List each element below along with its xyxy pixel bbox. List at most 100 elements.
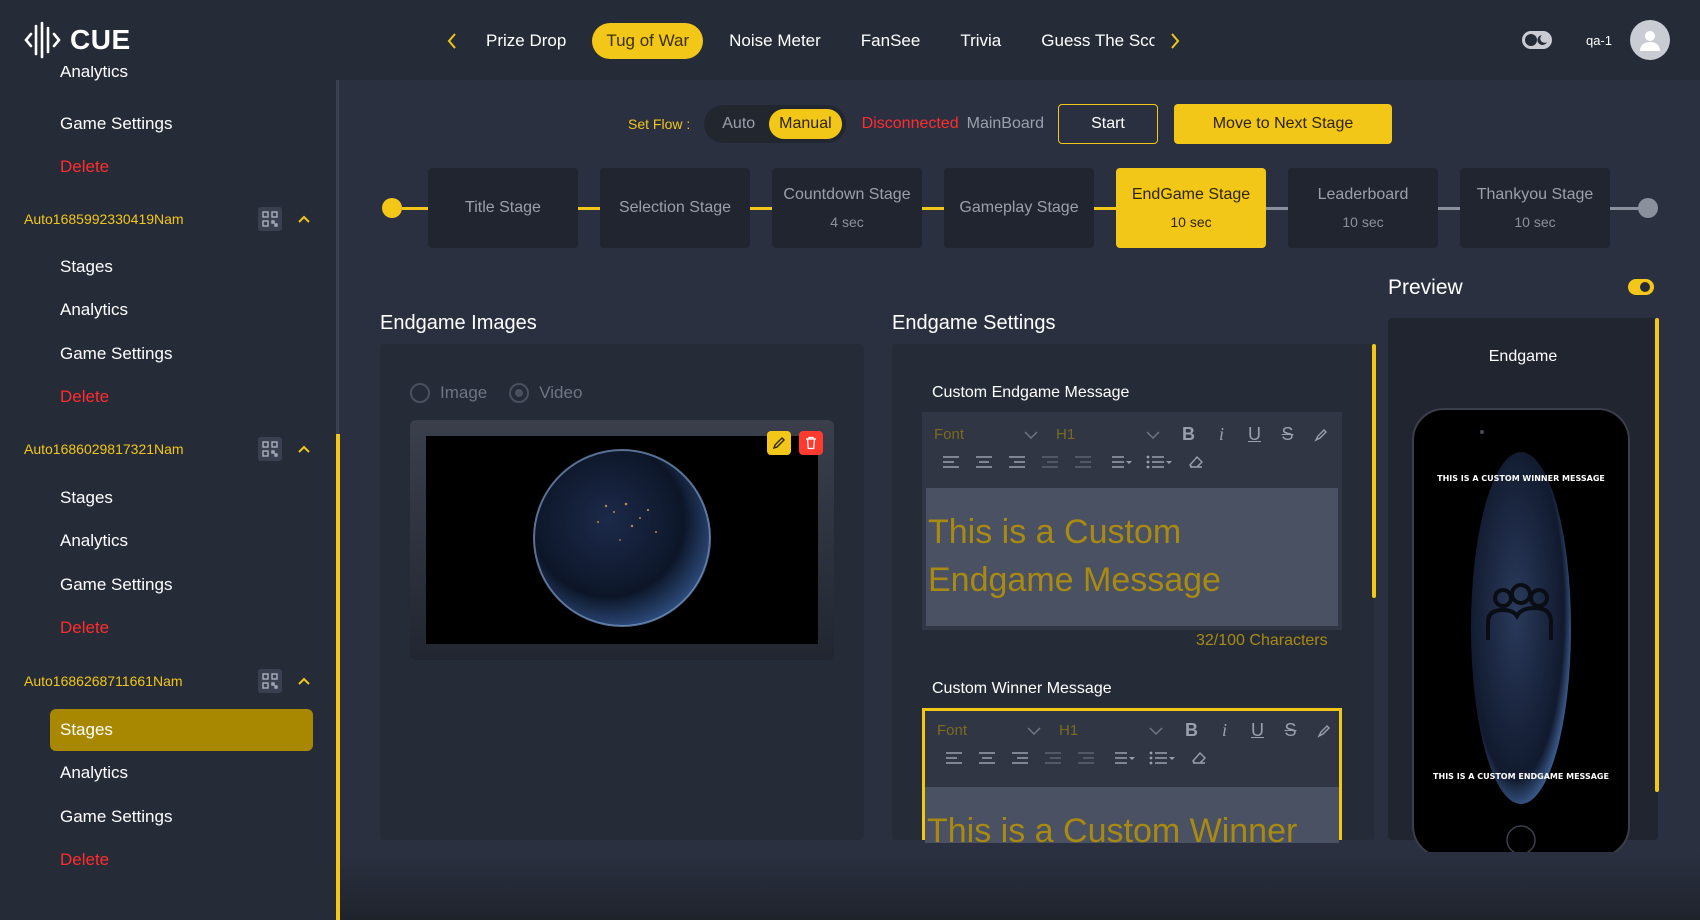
stepper-connector [578,207,600,210]
underline-icon[interactable]: U [1241,720,1274,741]
winner-message-input[interactable]: This is a Custom Winner [925,787,1339,850]
tabs-next-button[interactable] [1161,22,1189,60]
flow-auto-option[interactable]: Auto [708,109,769,139]
sidebar-item-game-settings[interactable]: Game Settings [60,339,172,369]
sidebar-item-stages-label[interactable]: Stages [60,715,113,745]
sidebar-game-group[interactable]: Auto1685992330419Nam [24,204,314,234]
font-select[interactable]: Font [934,426,1044,443]
endgame-message-input[interactable]: This is a Custom Endgame Message [926,488,1338,626]
sidebar-item-game-settings[interactable]: Game Settings [60,109,172,139]
earth-image [426,436,818,644]
strikethrough-icon[interactable]: S [1271,424,1304,445]
stage-selection[interactable]: Selection Stage [600,168,750,248]
preview-scrollbar[interactable] [1655,318,1659,792]
sidebar-item-delete[interactable]: Delete [60,845,109,875]
outdent-icon[interactable] [1033,455,1066,469]
italic-icon[interactable]: i [1208,720,1241,741]
heading-select[interactable]: H1 [1056,426,1166,443]
stage-leaderboard[interactable]: Leaderboard 10 sec [1288,168,1438,248]
collapse-button[interactable] [294,209,314,229]
image-radio-label: Image [440,383,488,402]
collapse-button[interactable] [294,671,314,691]
stage-title[interactable]: Title Stage [428,168,578,248]
collapse-button[interactable] [294,439,314,459]
indent-icon[interactable] [1066,455,1099,469]
qr-code-button[interactable] [258,669,282,693]
tab-guess-the-score[interactable]: Guess The Sco [1027,23,1155,59]
stage-thankyou[interactable]: Thankyou Stage 10 sec [1460,168,1610,248]
sidebar-item-delete[interactable]: Delete [60,152,109,182]
tab-trivia[interactable]: Trivia [946,23,1015,59]
sidebar-scrollbar[interactable] [336,434,340,920]
align-center-icon[interactable] [970,751,1003,765]
highlight-icon[interactable] [1307,723,1340,739]
align-left-icon[interactable] [934,455,967,469]
sidebar-game-group[interactable]: Auto1686268711661Nam [24,666,314,696]
flow-manual-option[interactable]: Manual [769,109,842,139]
next-stage-button[interactable]: Move to Next Stage [1173,104,1392,144]
theme-toggle-icon[interactable] [1521,31,1552,49]
clear-format-icon[interactable] [1179,454,1212,470]
image-radio[interactable] [410,383,430,403]
align-center-icon[interactable] [967,455,1000,469]
align-left-icon[interactable] [937,751,970,765]
settings-scrollbar[interactable] [1372,344,1376,598]
bullet-list-icon[interactable] [1142,751,1182,765]
preview-title: Preview [1388,276,1463,299]
ordered-list-icon[interactable] [1102,751,1142,765]
strikethrough-icon[interactable]: S [1274,720,1307,741]
font-select[interactable]: Font [937,722,1047,739]
delete-media-button[interactable] [799,431,823,455]
ordered-list-icon[interactable] [1099,455,1139,469]
stage-countdown[interactable]: Countdown Stage 4 sec [772,168,922,248]
heading-select[interactable]: H1 [1059,722,1169,739]
endgame-video-preview[interactable] [426,436,818,644]
indent-icon[interactable] [1069,751,1102,765]
phone-winner-message: THIS IS A CUSTOM WINNER MESSAGE [1437,474,1605,483]
qr-code-button[interactable] [258,207,282,231]
sidebar-item-stages[interactable]: Stages [60,483,113,513]
bold-icon[interactable]: B [1172,424,1205,445]
chevron-down-icon [1024,430,1038,439]
avatar[interactable] [1630,20,1670,60]
qr-code-icon [262,673,278,689]
tab-noise-meter[interactable]: Noise Meter [715,23,835,59]
sidebar-item-analytics[interactable]: Analytics [60,66,128,88]
chevron-up-icon [298,215,310,223]
outdent-icon[interactable] [1036,751,1069,765]
bullet-list-icon[interactable] [1139,455,1179,469]
underline-icon[interactable]: U [1238,424,1271,445]
edit-media-button[interactable] [767,431,791,455]
sidebar-game-group[interactable]: Auto1686029817321Nam [24,434,314,464]
sidebar-item-delete[interactable]: Delete [60,613,109,643]
start-button[interactable]: Start [1057,104,1158,144]
highlight-icon[interactable] [1304,427,1337,443]
clear-format-icon[interactable] [1182,750,1215,766]
tab-fansee[interactable]: FanSee [847,23,935,59]
italic-icon[interactable]: i [1205,424,1238,445]
endgame-settings-title: Endgame Settings [892,312,1056,334]
connection-status: Disconnected [861,115,959,132]
sidebar-item-delete[interactable]: Delete [60,382,109,412]
logo[interactable]: CUE [24,20,131,60]
stage-gameplay[interactable]: Gameplay Stage [944,168,1094,248]
align-right-icon[interactable] [1003,751,1036,765]
sidebar-item-game-settings[interactable]: Game Settings [60,570,172,600]
sidebar-item-analytics[interactable]: Analytics [60,526,128,556]
stage-endgame[interactable]: EndGame Stage 10 sec [1116,168,1266,248]
sidebar-item-analytics[interactable]: Analytics [60,295,128,325]
align-right-icon[interactable] [1000,455,1033,469]
sidebar-item-game-settings[interactable]: Game Settings [60,802,172,832]
media-type-radio-group: Image Video [410,383,604,403]
stepper-connector [1438,207,1460,210]
sidebar-item-analytics[interactable]: Analytics [60,758,128,788]
sidebar-item-stages[interactable]: Stages [60,252,113,282]
tab-prize-drop[interactable]: Prize Drop [472,23,580,59]
qr-code-button[interactable] [258,437,282,461]
tabs-prev-button[interactable] [438,22,466,60]
tab-tug-of-war[interactable]: Tug of War [592,23,704,59]
preview-toggle[interactable] [1628,279,1654,295]
video-radio[interactable] [509,383,530,403]
bold-icon[interactable]: B [1175,720,1208,741]
phone-preview: THIS IS A CUSTOM WINNER MESSAGE THIS IS … [1412,408,1630,858]
